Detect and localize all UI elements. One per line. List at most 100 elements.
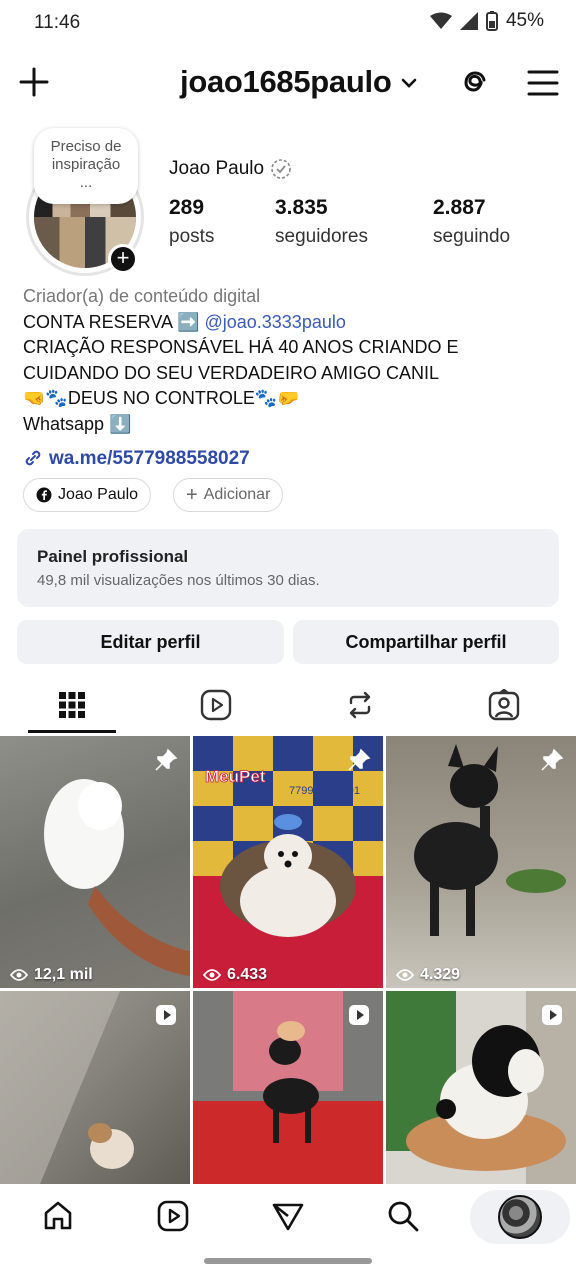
- wifi-icon: [429, 12, 452, 29]
- add-story-button[interactable]: +: [108, 244, 138, 274]
- bio-line: CONTA RESERVA ➡️ @joao.3333paulo: [23, 310, 563, 336]
- eye-icon: [203, 969, 221, 981]
- stat-following-value: 2.887: [433, 196, 486, 219]
- post-view-count: 4.329: [396, 966, 460, 984]
- stat-followers[interactable]: 3.835 seguidores: [275, 196, 368, 248]
- reel-icon: [542, 1005, 562, 1025]
- pro-panel-subtitle: 49,8 mil visualizações nos últimos 30 di…: [37, 572, 320, 589]
- sign-brand: MeuPet: [205, 767, 266, 786]
- dog-show-photo: MeuPet 7799167-2491: [193, 736, 383, 988]
- gesture-handle[interactable]: [204, 1258, 372, 1264]
- cell-signal-icon: [459, 12, 478, 30]
- send-icon: [272, 1203, 304, 1231]
- nav-search[interactable]: [383, 1196, 423, 1236]
- battery-level: 45%: [505, 10, 544, 31]
- plus-icon[interactable]: [18, 66, 50, 98]
- reel-icon: [349, 1005, 369, 1025]
- repost-icon: [349, 691, 371, 719]
- edit-profile-button[interactable]: Editar perfil: [17, 620, 284, 664]
- bio-mention-link[interactable]: @joao.3333paulo: [204, 312, 345, 332]
- post-views-text: 6.433: [227, 966, 268, 983]
- bio-category: Criador(a) de conteúdo digital: [23, 286, 261, 306]
- nav-direct[interactable]: [268, 1196, 308, 1236]
- post-thumbnail[interactable]: MeuPet 7799167-2491 6.433: [193, 736, 383, 988]
- home-icon: [44, 1201, 72, 1230]
- add-link-pill[interactable]: + Adicionar: [173, 478, 284, 512]
- menu-icon[interactable]: [526, 68, 560, 98]
- post-thumbnail[interactable]: [0, 991, 190, 1184]
- profile-avatar-area: Preciso de inspiração ... +: [24, 128, 146, 280]
- post-thumbnail[interactable]: [193, 991, 383, 1184]
- post-thumbnail[interactable]: [386, 991, 576, 1184]
- verified-check-icon: [271, 159, 291, 179]
- display-name-text: Joao Paulo: [169, 158, 265, 179]
- note-line: inspiração: [51, 156, 121, 173]
- profile-header: joao1685paulo: [0, 58, 576, 108]
- note-line: Preciso de: [50, 138, 122, 155]
- bio-line: CUIDANDO DO SEU VERDADEIRO AMIGO CANIL: [23, 362, 440, 383]
- bio-line: CRIAÇÃO RESPONSÁVEL HÁ 40 ANOS CRIANDO E: [23, 337, 459, 358]
- reels-icon: [157, 1200, 189, 1232]
- pro-panel-title: Painel profissional: [37, 547, 189, 566]
- sign-phone: 7799167-2491: [289, 785, 360, 797]
- grid-icon: [59, 692, 85, 718]
- reels-icon: [200, 689, 232, 721]
- post-views-text: 12,1 mil: [34, 966, 93, 983]
- status-bar: 11:46 45%: [0, 0, 576, 46]
- bio-line: Whatsapp ⬇️: [23, 413, 132, 434]
- puppy-photo: [44, 779, 190, 976]
- reel-icon: [156, 1005, 176, 1025]
- status-time: 11:46: [34, 12, 81, 33]
- active-tab-indicator: [28, 730, 116, 733]
- pin-icon: [155, 748, 178, 771]
- stat-followers-value: 3.835: [275, 196, 328, 219]
- stat-followers-label: seguidores: [275, 226, 368, 247]
- threads-icon[interactable]: [458, 66, 492, 100]
- facebook-pill-label: Joao Paulo: [58, 486, 139, 503]
- tab-reels[interactable]: [144, 676, 288, 734]
- post-thumbnail[interactable]: 4.329: [386, 736, 576, 988]
- nav-profile-avatar[interactable]: [498, 1195, 542, 1239]
- nav-reels[interactable]: [153, 1196, 193, 1236]
- share-profile-button[interactable]: Compartilhar perfil: [293, 620, 559, 664]
- nav-home[interactable]: [38, 1196, 78, 1236]
- stat-following[interactable]: 2.887 seguindo: [433, 196, 510, 248]
- chevron-down-icon[interactable]: [400, 76, 418, 90]
- stat-posts-label: posts: [169, 226, 215, 247]
- facebook-icon: [36, 487, 52, 503]
- professional-dashboard[interactable]: Painel profissional 49,8 mil visualizaçõ…: [17, 529, 559, 607]
- post-view-count: 6.433: [203, 966, 267, 984]
- pin-icon: [348, 748, 371, 771]
- black-dog-photo: [414, 744, 566, 936]
- search-icon: [388, 1201, 419, 1232]
- bottom-nav: [0, 1186, 576, 1248]
- bio: Criador(a) de conteúdo digital CONTA RES…: [23, 284, 563, 471]
- post-view-count: 12,1 mil: [10, 966, 93, 984]
- tab-reposts[interactable]: [288, 676, 432, 734]
- content-tabs: [0, 676, 576, 734]
- note-line: ...: [79, 174, 93, 191]
- facebook-profile-pill[interactable]: Joao Paulo: [23, 478, 152, 512]
- username-switcher[interactable]: joao1685paulo: [180, 64, 392, 100]
- post-views-text: 4.329: [420, 966, 461, 983]
- plus-icon: +: [186, 484, 198, 506]
- bio-external-link[interactable]: wa.me/5577988558027: [23, 446, 563, 472]
- display-name: Joao Paulo: [169, 158, 292, 180]
- battery-icon: [485, 11, 498, 31]
- note-bubble[interactable]: Preciso de inspiração ...: [34, 128, 138, 204]
- bio-text: CONTA RESERVA ➡️: [23, 311, 205, 332]
- status-icons: 45%: [429, 10, 544, 32]
- stat-posts[interactable]: 289 posts: [169, 196, 214, 248]
- pin-icon: [541, 748, 564, 771]
- tagged-icon: [488, 689, 520, 721]
- posts-grid: 12,1 mil MeuPet 7799167-2491 6.433 4.329: [0, 736, 576, 1184]
- eye-icon: [10, 969, 28, 981]
- stat-following-label: seguindo: [433, 226, 511, 247]
- link-icon: [25, 451, 41, 466]
- bio-line: 🤜🐾DEUS NO CONTROLE🐾🤛: [23, 388, 300, 409]
- tab-grid[interactable]: [0, 676, 144, 734]
- tab-tagged[interactable]: [432, 676, 576, 734]
- stat-posts-value: 289: [169, 196, 205, 219]
- post-thumbnail[interactable]: 12,1 mil: [0, 736, 190, 988]
- bio-link-text: wa.me/5577988558027: [49, 447, 250, 469]
